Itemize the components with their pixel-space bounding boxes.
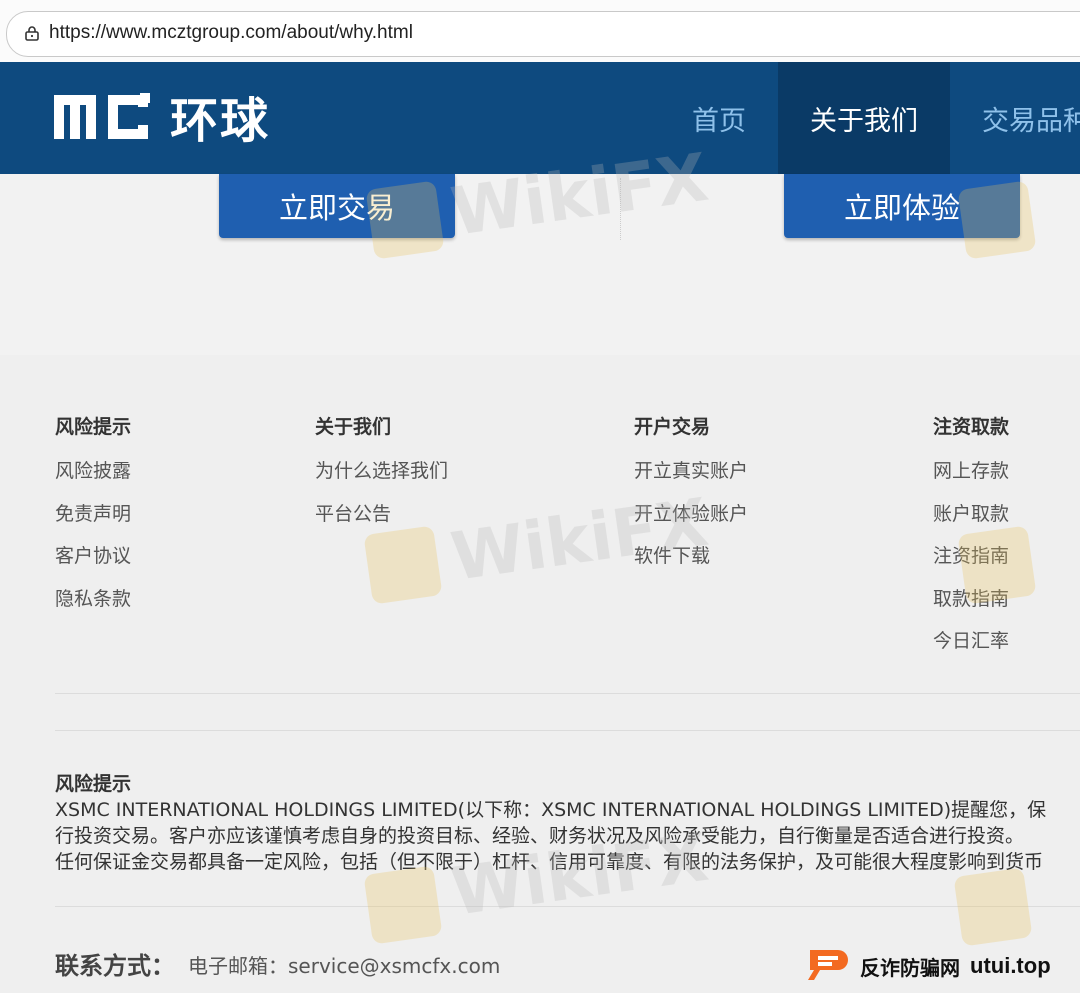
- footer-divider: [55, 730, 1080, 731]
- site-header: 环球 首页 关于我们 交易品种: [0, 62, 1080, 174]
- footer-link-privacy[interactable]: 隐私条款: [55, 584, 131, 627]
- footer-link-deposit-guide[interactable]: 注资指南: [933, 541, 1009, 584]
- footer-link-open-live[interactable]: 开立真实账户: [634, 456, 748, 499]
- nav-about[interactable]: 关于我们: [778, 62, 950, 174]
- footer-link-announcements[interactable]: 平台公告: [315, 499, 448, 542]
- risk-warning-title: 风险提示: [55, 773, 132, 795]
- address-bar[interactable]: https://www.mcztgroup.com/about/why.html: [6, 11, 1080, 57]
- footer-col-title: 风险提示: [55, 416, 132, 438]
- footer-divider: [55, 693, 1080, 694]
- footer: [0, 355, 1080, 993]
- risk-warning-line: XSMC INTERNATIONAL HOLDINGS LIMITED(以下称：…: [55, 799, 1047, 821]
- badge-domain: utui.top: [970, 953, 1051, 978]
- footer-link-disclaimer[interactable]: 免责声明: [55, 499, 131, 542]
- site-logo[interactable]: 环球: [52, 86, 270, 149]
- risk-warning-line: 行投资交易。客户亦应该谨慎考虑自身的投资目标、经验、财务状况及风险承受能力，自行…: [55, 825, 1025, 847]
- footer-col-account: 开户交易 开立真实账户 开立体验账户 软件下载: [634, 412, 748, 584]
- url-text[interactable]: https://www.mcztgroup.com/about/why.html: [49, 22, 413, 44]
- anti-fraud-badge: 反诈防骗网 utui.top: [806, 944, 1051, 988]
- footer-col-about: 关于我们 为什么选择我们 平台公告: [315, 412, 448, 541]
- footer-link-client-agreement[interactable]: 客户协议: [55, 541, 131, 584]
- footer-link-withdrawal[interactable]: 账户取款: [933, 499, 1009, 542]
- contact-email[interactable]: 电子邮箱：service@xsmcfx.com: [188, 950, 500, 979]
- browser-toolbar: https://www.mcztgroup.com/about/why.html: [0, 0, 1080, 63]
- logo-text: 环球: [170, 93, 271, 149]
- footer-link-open-demo[interactable]: 开立体验账户: [634, 499, 748, 542]
- main-nav: 首页 关于我们 交易品种: [660, 62, 1080, 174]
- trade-now-button[interactable]: 立即交易: [219, 174, 455, 238]
- nav-home[interactable]: 首页: [660, 62, 778, 174]
- mc-logo-icon: [54, 93, 150, 139]
- anti-fraud-logo-icon: [808, 950, 848, 980]
- risk-warning-line: 任何保证金交易都具备一定风险，包括（但不限于）杠杆、信用可靠度、有限的法务保护，…: [55, 851, 1044, 873]
- footer-link-risk-disclosure[interactable]: 风险披露: [55, 456, 131, 499]
- footer-link-why-us[interactable]: 为什么选择我们: [315, 456, 448, 499]
- footer-link-online-deposit[interactable]: 网上存款: [933, 456, 1009, 499]
- contact-label: 联系方式：: [55, 952, 175, 980]
- lock-icon[interactable]: [25, 26, 39, 41]
- footer-col-title: 关于我们: [315, 416, 392, 438]
- footer-link-withdraw-guide[interactable]: 取款指南: [933, 584, 1009, 627]
- footer-col-title: 开户交易: [634, 416, 711, 438]
- footer-link-exchange-rate[interactable]: 今日汇率: [933, 626, 1009, 669]
- footer-col-risk: 风险提示 风险披露 免责声明 客户协议 隐私条款: [55, 412, 131, 626]
- badge-text: 反诈防骗网: [860, 955, 960, 980]
- footer-divider: [55, 906, 1080, 907]
- footer-link-download[interactable]: 软件下载: [634, 541, 748, 584]
- footer-col-funding: 注资取款 网上存款 账户取款 注资指南 取款指南 今日汇率: [933, 412, 1009, 669]
- footer-col-title: 注资取款: [933, 416, 1010, 438]
- nav-products[interactable]: 交易品种: [950, 62, 1080, 174]
- try-demo-button[interactable]: 立即体验: [784, 174, 1020, 238]
- cta-divider: [620, 178, 621, 240]
